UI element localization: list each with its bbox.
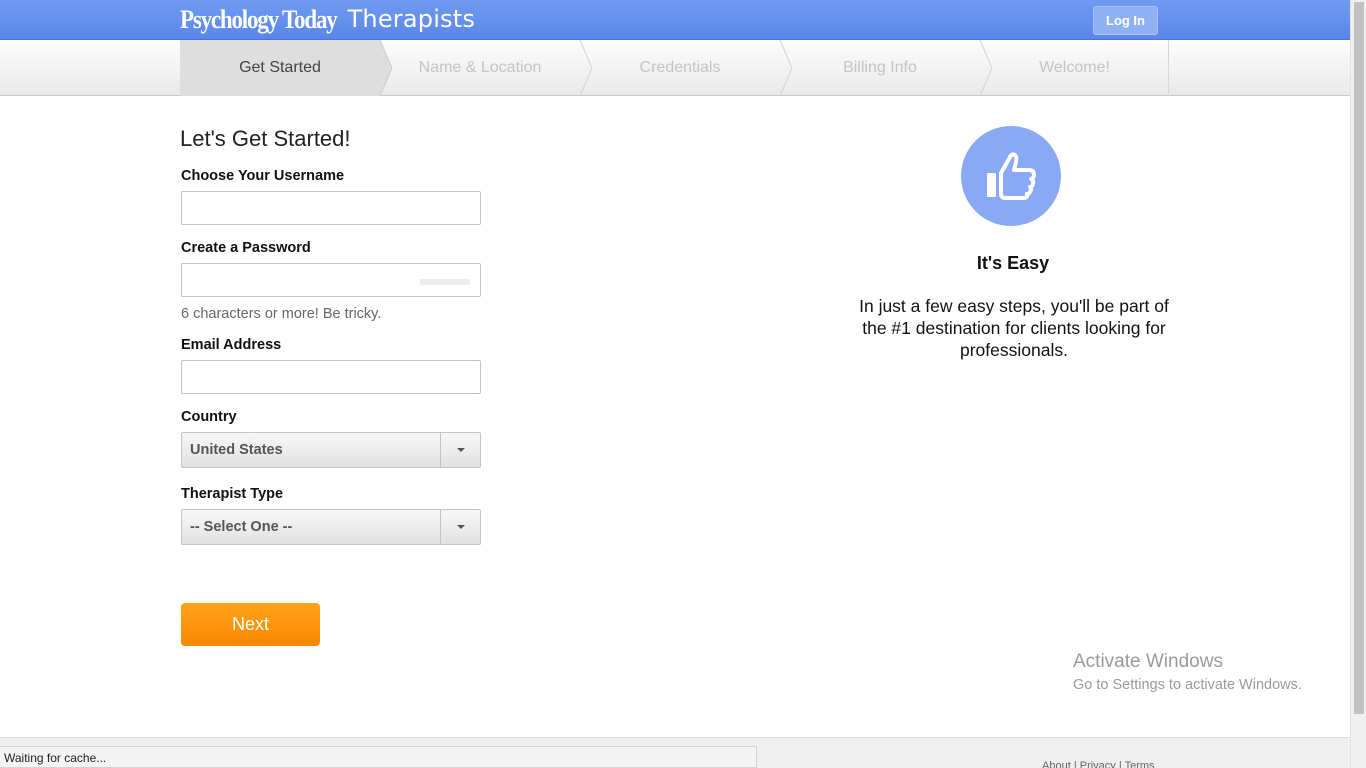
- step-chevron-icon: [579, 40, 592, 96]
- activation-watermark-title: Activate Windows: [1073, 651, 1223, 672]
- status-text: Waiting for cache...: [4, 751, 107, 765]
- step-name-location[interactable]: Name & Location: [380, 40, 592, 96]
- country-label: Country: [181, 409, 237, 425]
- browser-status-bar: Waiting for cache...: [0, 746, 757, 768]
- step-list: Get Started Name & Location Credentials …: [180, 40, 1169, 96]
- step-chevron-icon: [378, 40, 392, 96]
- password-input[interactable]: [181, 263, 481, 297]
- thumbs-up-icon: [987, 152, 1036, 200]
- therapist-type-select[interactable]: -- Select One --: [181, 509, 481, 545]
- logo-main-text: Psychology Today: [180, 5, 338, 34]
- footer-link-privacy[interactable]: Privacy: [1080, 760, 1116, 768]
- password-strength-meter: [420, 279, 470, 285]
- step-label: Welcome!: [1039, 59, 1110, 76]
- step-label: Get Started: [239, 59, 321, 76]
- page-title: Let's Get Started!: [180, 126, 351, 151]
- scrollbar-thumb[interactable]: [1354, 2, 1364, 714]
- login-button[interactable]: Log In: [1093, 6, 1158, 35]
- step-credentials[interactable]: Credentials: [580, 40, 792, 96]
- therapist-type-label: Therapist Type: [181, 486, 284, 502]
- password-hint: 6 characters or more! Be tricky.: [181, 306, 382, 322]
- therapist-type-selected-value: -- Select One --: [190, 519, 293, 535]
- footer-link-terms[interactable]: Terms: [1125, 760, 1155, 768]
- vertical-scrollbar[interactable]: [1350, 0, 1366, 768]
- step-get-started[interactable]: Get Started: [180, 40, 392, 96]
- step-label: Name & Location: [418, 59, 542, 76]
- step-chevron-icon: [979, 40, 992, 96]
- username-label: Choose Your Username: [181, 168, 345, 184]
- chevron-down-icon: [457, 525, 465, 529]
- step-welcome[interactable]: Welcome!: [980, 40, 1169, 96]
- therapist-type-dropdown-toggle[interactable]: [440, 510, 480, 544]
- next-button[interactable]: Next: [181, 603, 320, 646]
- footer-link-about[interactable]: About: [1042, 760, 1071, 768]
- steps-bar: Get Started Name & Location Credentials …: [0, 40, 1350, 96]
- username-input[interactable]: [181, 191, 481, 225]
- email-input[interactable]: [181, 360, 481, 394]
- site-logo[interactable]: Psychology Today Therapists: [180, 5, 476, 34]
- footer-separator: |: [1118, 760, 1122, 768]
- password-label: Create a Password: [181, 240, 311, 256]
- aside-title: It's Easy: [976, 253, 1050, 273]
- aside-text: In just a few easy steps, you'll be part…: [859, 296, 1169, 360]
- step-chevron-icon: [779, 40, 792, 96]
- logo-sub-text: Therapists: [347, 5, 476, 33]
- step-label: Credentials: [639, 59, 721, 76]
- top-header: Psychology Today Therapists Log In: [0, 0, 1350, 40]
- chevron-down-icon: [457, 448, 465, 452]
- country-select[interactable]: United States: [181, 432, 481, 468]
- step-billing-info[interactable]: Billing Info: [780, 40, 992, 96]
- country-selected-value: United States: [190, 442, 283, 458]
- email-label: Email Address: [181, 337, 282, 353]
- thumbs-up-badge: [961, 126, 1061, 226]
- country-dropdown-toggle[interactable]: [440, 433, 480, 467]
- footer-links: About | Privacy | Terms: [1042, 760, 1155, 768]
- step-label: Billing Info: [843, 59, 917, 76]
- footer-separator: |: [1073, 760, 1077, 768]
- activation-watermark-subtitle: Go to Settings to activate Windows.: [1073, 677, 1302, 693]
